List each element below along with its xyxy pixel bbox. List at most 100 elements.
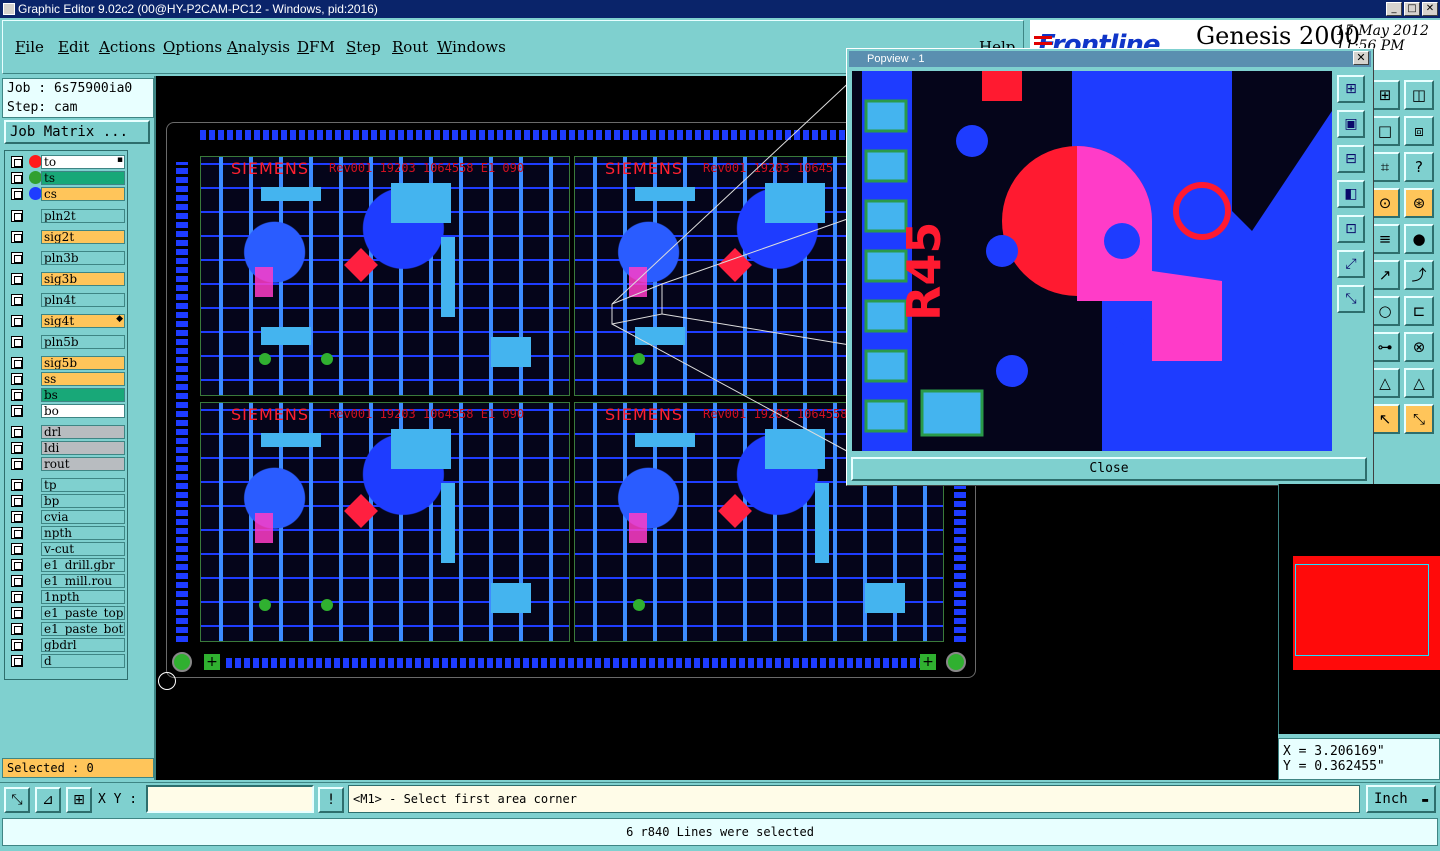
right-tool-7-icon[interactable]: ⊙ xyxy=(1370,188,1400,218)
job-matrix-button[interactable]: Job Matrix ... xyxy=(4,120,150,144)
layer-name[interactable]: cs xyxy=(41,187,125,201)
layer-checkbox[interactable] xyxy=(11,357,23,369)
layer-checkbox[interactable] xyxy=(11,559,23,571)
layer-name[interactable]: 1npth xyxy=(41,590,125,604)
layer-checkbox[interactable] xyxy=(11,479,23,491)
overview-map[interactable] xyxy=(1278,484,1440,734)
layer-checkbox[interactable] xyxy=(11,607,23,619)
popview-close-x-button[interactable]: ✕ xyxy=(1353,51,1369,65)
right-tool-19-icon[interactable]: ↖ xyxy=(1370,404,1400,434)
right-tool-13-icon[interactable]: ○ xyxy=(1370,296,1400,326)
layer-name[interactable]: to xyxy=(41,155,125,169)
layer-checkbox[interactable] xyxy=(11,511,23,523)
layer-checkbox[interactable] xyxy=(11,294,23,306)
right-tool-18-icon[interactable]: △ xyxy=(1404,368,1434,398)
layer-checkbox[interactable] xyxy=(11,172,23,184)
layer-name[interactable]: e1_drill.gbr xyxy=(41,558,125,572)
layer-row-pln2t[interactable]: pln2t xyxy=(7,209,127,223)
right-tool-17-icon[interactable]: △ xyxy=(1370,368,1400,398)
layer-row-pln3b[interactable]: pln3b xyxy=(7,251,127,265)
layer-checkbox[interactable] xyxy=(11,156,23,168)
layer-row-sig5b[interactable]: sig5b xyxy=(7,356,127,370)
layer-name[interactable]: ss xyxy=(41,372,125,386)
layer-name[interactable]: tp xyxy=(41,478,125,492)
grid-icon[interactable]: ⊞ xyxy=(66,787,92,813)
layer-name[interactable]: pln4t xyxy=(41,293,125,307)
layer-checkbox[interactable] xyxy=(11,231,23,243)
menu-step[interactable]: Step xyxy=(346,38,381,56)
layer-name[interactable]: bo xyxy=(41,404,125,418)
right-tool-3-icon[interactable]: □ xyxy=(1370,116,1400,146)
layer-name[interactable]: drl xyxy=(41,425,125,439)
layer-row-bs[interactable]: bs xyxy=(7,388,127,402)
layer-checkbox[interactable] xyxy=(11,252,23,264)
layer-name[interactable]: sig5b xyxy=(41,356,125,370)
layer-row-ldi[interactable]: ldi xyxy=(7,441,127,455)
layer-name[interactable]: e1_paste_top xyxy=(41,606,125,620)
close-window-button[interactable]: ✕ xyxy=(1422,2,1438,16)
popview-close-button[interactable]: Close xyxy=(851,457,1367,481)
maximize-button[interactable]: □ xyxy=(1404,2,1420,16)
layer-name[interactable]: e1_mill.rou xyxy=(41,574,125,588)
layer-name[interactable]: rout xyxy=(41,457,125,471)
layer-name[interactable]: pln5b xyxy=(41,335,125,349)
layer-row-to[interactable]: to ▪ xyxy=(7,155,127,169)
layer-row-bo[interactable]: bo xyxy=(7,404,127,418)
menu-analysis[interactable]: Analysis xyxy=(227,38,290,56)
layer-row-e1-drill-gbr[interactable]: e1_drill.gbr xyxy=(7,558,127,572)
layer-row-v-cut[interactable]: v-cut xyxy=(7,542,127,556)
layer-name[interactable]: bp xyxy=(41,494,125,508)
right-tool-2-icon[interactable]: ◫ xyxy=(1404,80,1434,110)
layer-name[interactable]: sig4t xyxy=(41,314,125,328)
right-tool-12-icon[interactable]: ⤴ xyxy=(1404,260,1434,290)
layer-checkbox[interactable] xyxy=(11,543,23,555)
layer-name[interactable]: v-cut xyxy=(41,542,125,556)
layer-checkbox[interactable] xyxy=(11,210,23,222)
layer-name[interactable]: sig3b xyxy=(41,272,125,286)
right-tool-10-icon[interactable]: ● xyxy=(1404,224,1434,254)
zoom-fit-icon[interactable]: ⤡ xyxy=(4,787,30,813)
layer-row-e1-mill-rou[interactable]: e1_mill.rou xyxy=(7,574,127,588)
layer-name[interactable]: e1_paste_bot xyxy=(41,622,125,636)
layer-row-sig3b[interactable]: sig3b xyxy=(7,272,127,286)
layer-row-bp[interactable]: bp xyxy=(7,494,127,508)
layer-row-npth[interactable]: npth xyxy=(7,526,127,540)
layer-name[interactable]: gbdrl xyxy=(41,638,125,652)
layer-checkbox[interactable] xyxy=(11,655,23,667)
layer-checkbox[interactable] xyxy=(11,442,23,454)
layer-checkbox[interactable] xyxy=(11,315,23,327)
menu-file[interactable]: File xyxy=(15,38,44,56)
menu-rout[interactable]: Rout xyxy=(392,38,428,56)
popview-tool-4-icon[interactable]: ◧ xyxy=(1337,180,1365,208)
layer-name[interactable]: pln2t xyxy=(41,209,125,223)
popview-tool-7-icon[interactable]: ⤡ xyxy=(1337,285,1365,313)
layer-row-cs[interactable]: cs xyxy=(7,187,127,201)
layer-name[interactable]: pln3b xyxy=(41,251,125,265)
layer-row-tp[interactable]: tp xyxy=(7,478,127,492)
layer-row-rout[interactable]: rout xyxy=(7,457,127,471)
minimize-button[interactable]: _ xyxy=(1386,2,1402,16)
menu-options[interactable]: Options xyxy=(163,38,222,56)
menu-actions[interactable]: Actions xyxy=(99,38,155,56)
unit-selector[interactable]: Inch ▬ xyxy=(1366,785,1436,813)
layer-checkbox[interactable] xyxy=(11,458,23,470)
layer-checkbox[interactable] xyxy=(11,426,23,438)
layer-row-1npth[interactable]: 1npth xyxy=(7,590,127,604)
layer-row-d[interactable]: d xyxy=(7,654,127,668)
layer-row-gbdrl[interactable]: gbdrl xyxy=(7,638,127,652)
layer-row-ss[interactable]: ss xyxy=(7,372,127,386)
xy-input[interactable] xyxy=(146,785,314,813)
layer-checkbox[interactable] xyxy=(11,527,23,539)
popview-tool-3-icon[interactable]: ⊟ xyxy=(1337,145,1365,173)
popview-zoom-area[interactable]: R45 xyxy=(852,71,1332,451)
layer-checkbox[interactable] xyxy=(11,623,23,635)
layer-checkbox[interactable] xyxy=(11,495,23,507)
exclamation-button[interactable]: ! xyxy=(318,787,344,813)
layer-checkbox[interactable] xyxy=(11,373,23,385)
layer-row-pln4t[interactable]: pln4t xyxy=(7,293,127,307)
layer-row-ts[interactable]: ts xyxy=(7,171,127,185)
right-tool-6-icon[interactable]: ? xyxy=(1404,152,1434,182)
right-tool-15-icon[interactable]: ⊶ xyxy=(1370,332,1400,362)
layer-row-sig2t[interactable]: sig2t xyxy=(7,230,127,244)
layer-row-drl[interactable]: drl xyxy=(7,425,127,439)
